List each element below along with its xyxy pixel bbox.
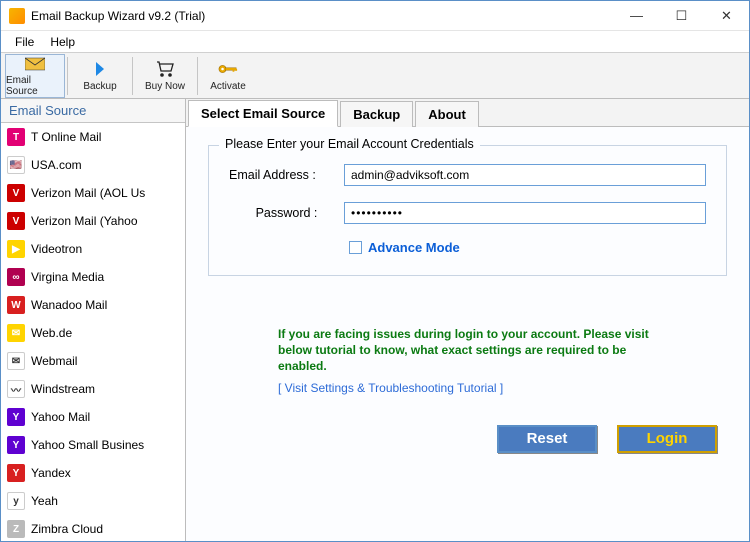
tabs: Select Email Source Backup About: [186, 99, 749, 127]
toolbar-buy-now[interactable]: Buy Now: [135, 54, 195, 98]
source-icon: 🇺🇸: [7, 156, 25, 174]
toolbar-activate-label: Activate: [210, 81, 246, 92]
sidebar-item[interactable]: 〰 Windstream: [1, 375, 185, 403]
source-label: T Online Mail: [31, 130, 101, 144]
window-controls: — ☐ ✕: [614, 1, 749, 31]
source-label: Web.de: [31, 326, 72, 340]
sidebar-item[interactable]: ✉ Webmail: [1, 347, 185, 375]
reset-button[interactable]: Reset: [497, 425, 597, 453]
email-source-icon: [25, 55, 45, 73]
advance-mode-row: Advance Mode: [349, 240, 706, 255]
tab-backup[interactable]: Backup: [340, 101, 413, 127]
source-label: Verizon Mail (Yahoo: [31, 214, 138, 228]
sidebar-item[interactable]: Z Zimbra Cloud: [1, 515, 185, 541]
toolbar-separator: [67, 57, 68, 95]
main: Email Source T T Online Mail 🇺🇸 USA.com V Ver…: [1, 99, 749, 541]
source-icon: T: [7, 128, 25, 146]
app-icon: [9, 8, 25, 24]
sidebar-item[interactable]: T T Online Mail: [1, 123, 185, 151]
sidebar-item[interactable]: 🇺🇸 USA.com: [1, 151, 185, 179]
toolbar-email-source[interactable]: Email Source: [5, 54, 65, 98]
source-label: Wanadoo Mail: [31, 298, 107, 312]
advance-mode-label[interactable]: Advance Mode: [368, 240, 460, 255]
fieldset-legend: Please Enter your Email Account Credenti…: [219, 137, 480, 151]
sidebar-item[interactable]: V Verizon Mail (AOL Us: [1, 179, 185, 207]
sidebar-item[interactable]: ▶ Videotron: [1, 235, 185, 263]
sidebar-item[interactable]: ✉ Web.de: [1, 319, 185, 347]
password-row: Password :: [229, 202, 706, 224]
menubar: File Help: [1, 31, 749, 53]
sidebar-list[interactable]: T T Online Mail 🇺🇸 USA.com V Verizon Mail (AO…: [1, 123, 185, 541]
help-text: If you are facing issues during login to…: [278, 326, 658, 375]
sidebar-item[interactable]: W Wanadoo Mail: [1, 291, 185, 319]
sidebar-item[interactable]: Y Yahoo Small Busines: [1, 431, 185, 459]
window-title: Email Backup Wizard v9.2 (Trial): [31, 9, 614, 23]
source-label: Yeah: [31, 494, 58, 508]
source-icon: ▶: [7, 240, 25, 258]
panel: Please Enter your Email Account Credenti…: [186, 127, 749, 541]
source-label: Videotron: [31, 242, 82, 256]
source-label: USA.com: [31, 158, 82, 172]
toolbar-backup[interactable]: Backup: [70, 54, 130, 98]
source-icon: Y: [7, 436, 25, 454]
toolbar-buy-now-label: Buy Now: [145, 81, 185, 92]
source-icon: Z: [7, 520, 25, 538]
key-icon: [218, 59, 238, 79]
source-label: Webmail: [31, 354, 77, 368]
source-label: Virgina Media: [31, 270, 104, 284]
maximize-button[interactable]: ☐: [659, 1, 704, 31]
backup-icon: [90, 59, 110, 79]
tab-select-email-source[interactable]: Select Email Source: [188, 100, 338, 127]
sidebar-header: Email Source: [1, 99, 185, 123]
toolbar-separator: [197, 57, 198, 95]
source-label: Verizon Mail (AOL Us: [31, 186, 145, 200]
toolbar-email-source-label: Email Source: [6, 75, 64, 97]
sidebar-item[interactable]: Y Yandex: [1, 459, 185, 487]
toolbar-activate[interactable]: Activate: [200, 54, 256, 98]
source-label: Windstream: [31, 382, 95, 396]
email-field[interactable]: [344, 164, 706, 186]
source-icon: ∞: [7, 268, 25, 286]
toolbar: Email Source Backup Buy Now Activate: [1, 53, 749, 99]
sidebar-item[interactable]: ∞ Virgina Media: [1, 263, 185, 291]
source-icon: V: [7, 212, 25, 230]
sidebar-item[interactable]: Y Yahoo Mail: [1, 403, 185, 431]
source-icon: y: [7, 492, 25, 510]
source-label: Yahoo Mail: [31, 410, 90, 424]
sidebar-item[interactable]: y Yeah: [1, 487, 185, 515]
advance-mode-checkbox[interactable]: [349, 241, 362, 254]
source-icon: V: [7, 184, 25, 202]
sidebar: Email Source T T Online Mail 🇺🇸 USA.com V Ver…: [1, 99, 186, 541]
login-button[interactable]: Login: [617, 425, 717, 453]
source-icon: Y: [7, 464, 25, 482]
tutorial-link[interactable]: [ Visit Settings & Troubleshooting Tutor…: [278, 381, 727, 395]
source-icon: W: [7, 296, 25, 314]
source-label: Yandex: [31, 466, 71, 480]
password-label: Password :: [229, 206, 344, 220]
titlebar: Email Backup Wizard v9.2 (Trial) — ☐ ✕: [1, 1, 749, 31]
toolbar-separator: [132, 57, 133, 95]
source-label: Zimbra Cloud: [31, 522, 103, 536]
source-icon: ✉: [7, 324, 25, 342]
source-icon: 〰: [7, 380, 25, 398]
email-label: Email Address :: [229, 168, 344, 182]
menu-file[interactable]: File: [7, 33, 42, 51]
source-icon: ✉: [7, 352, 25, 370]
minimize-button[interactable]: —: [614, 1, 659, 31]
password-field[interactable]: [344, 202, 706, 224]
content: Select Email Source Backup About Please …: [186, 99, 749, 541]
credentials-fieldset: Please Enter your Email Account Credenti…: [208, 145, 727, 276]
source-label: Yahoo Small Busines: [31, 438, 144, 452]
source-icon: Y: [7, 408, 25, 426]
sidebar-item[interactable]: V Verizon Mail (Yahoo: [1, 207, 185, 235]
cart-icon: [155, 59, 175, 79]
toolbar-backup-label: Backup: [83, 81, 116, 92]
menu-help[interactable]: Help: [42, 33, 83, 51]
tab-about[interactable]: About: [415, 101, 479, 127]
email-row: Email Address :: [229, 164, 706, 186]
button-row: Reset Login: [208, 425, 727, 453]
close-button[interactable]: ✕: [704, 1, 749, 31]
